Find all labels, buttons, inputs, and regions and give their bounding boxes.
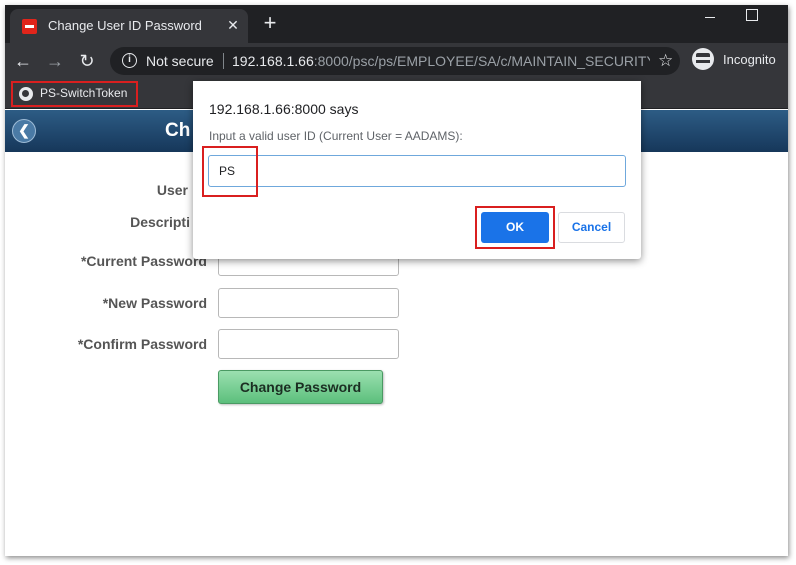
prompt-dialog: 192.168.1.66:8000 says Input a valid use…	[193, 81, 641, 259]
bookmark-star-icon[interactable]: ☆	[658, 51, 673, 71]
cancel-button[interactable]: Cancel	[558, 212, 625, 243]
bookmark-label: PS-SwitchToken	[40, 86, 128, 100]
tab-close-icon[interactable]: ✕	[225, 17, 241, 33]
browser-toolbar: ← → ↻ i Not secure 192.168.1.66:8000/psc…	[5, 43, 788, 79]
bookmark-ps-switchtoken[interactable]: PS-SwitchToken	[11, 81, 138, 107]
change-password-button[interactable]: Change Password	[218, 370, 383, 404]
confirm-password-label: *Confirm Password	[77, 336, 207, 352]
current-password-label: *Current Password	[80, 253, 207, 269]
dialog-title: 192.168.1.66:8000 says	[209, 101, 359, 117]
new-password-label: *New Password	[102, 295, 207, 311]
incognito-label: Incognito	[723, 52, 776, 67]
tab-strip: Change User ID Password ✕ +	[5, 5, 788, 43]
oracle-favicon-icon	[22, 19, 37, 34]
browser-tab[interactable]: Change User ID Password ✕	[10, 9, 248, 43]
tab-title: Change User ID Password	[48, 18, 202, 33]
forward-arrow-icon[interactable]: →	[43, 49, 67, 73]
url-host: 192.168.1.66	[232, 53, 314, 69]
globe-icon	[19, 87, 33, 101]
page-title: Ch	[165, 120, 191, 141]
input-highlight-box	[202, 146, 258, 197]
maximize-icon[interactable]	[746, 9, 758, 21]
new-password-input[interactable]	[218, 288, 399, 318]
dialog-message: Input a valid user ID (Current User = AA…	[209, 129, 463, 143]
url-text[interactable]: 192.168.1.66:8000/psc/ps/EMPLOYEE/SA/c/M…	[232, 53, 650, 69]
user-id-prompt-input[interactable]: PS	[208, 155, 626, 187]
not-secure-label: Not secure	[146, 53, 214, 69]
ok-highlight-box	[475, 206, 555, 249]
page-back-button[interactable]: ❮	[12, 119, 36, 143]
omnibox-divider	[223, 53, 224, 69]
browser-window: Change User ID Password ✕ + ← → ↻ i Not …	[5, 5, 788, 556]
info-icon[interactable]: i	[122, 53, 137, 68]
back-arrow-icon[interactable]: ←	[11, 49, 35, 73]
incognito-icon	[692, 48, 714, 70]
minimize-icon[interactable]	[700, 7, 720, 27]
confirm-password-input[interactable]	[218, 329, 399, 359]
address-bar[interactable]: i Not secure 192.168.1.66:8000/psc/ps/EM…	[110, 47, 680, 75]
description-label: Descripti	[130, 214, 190, 230]
new-tab-icon[interactable]: +	[260, 12, 280, 34]
reload-icon[interactable]: ↻	[75, 49, 99, 73]
user-id-label: User	[156, 182, 188, 198]
url-path: :8000/psc/ps/EMPLOYEE/SA/c/MAINTAIN_SECU…	[313, 53, 650, 69]
